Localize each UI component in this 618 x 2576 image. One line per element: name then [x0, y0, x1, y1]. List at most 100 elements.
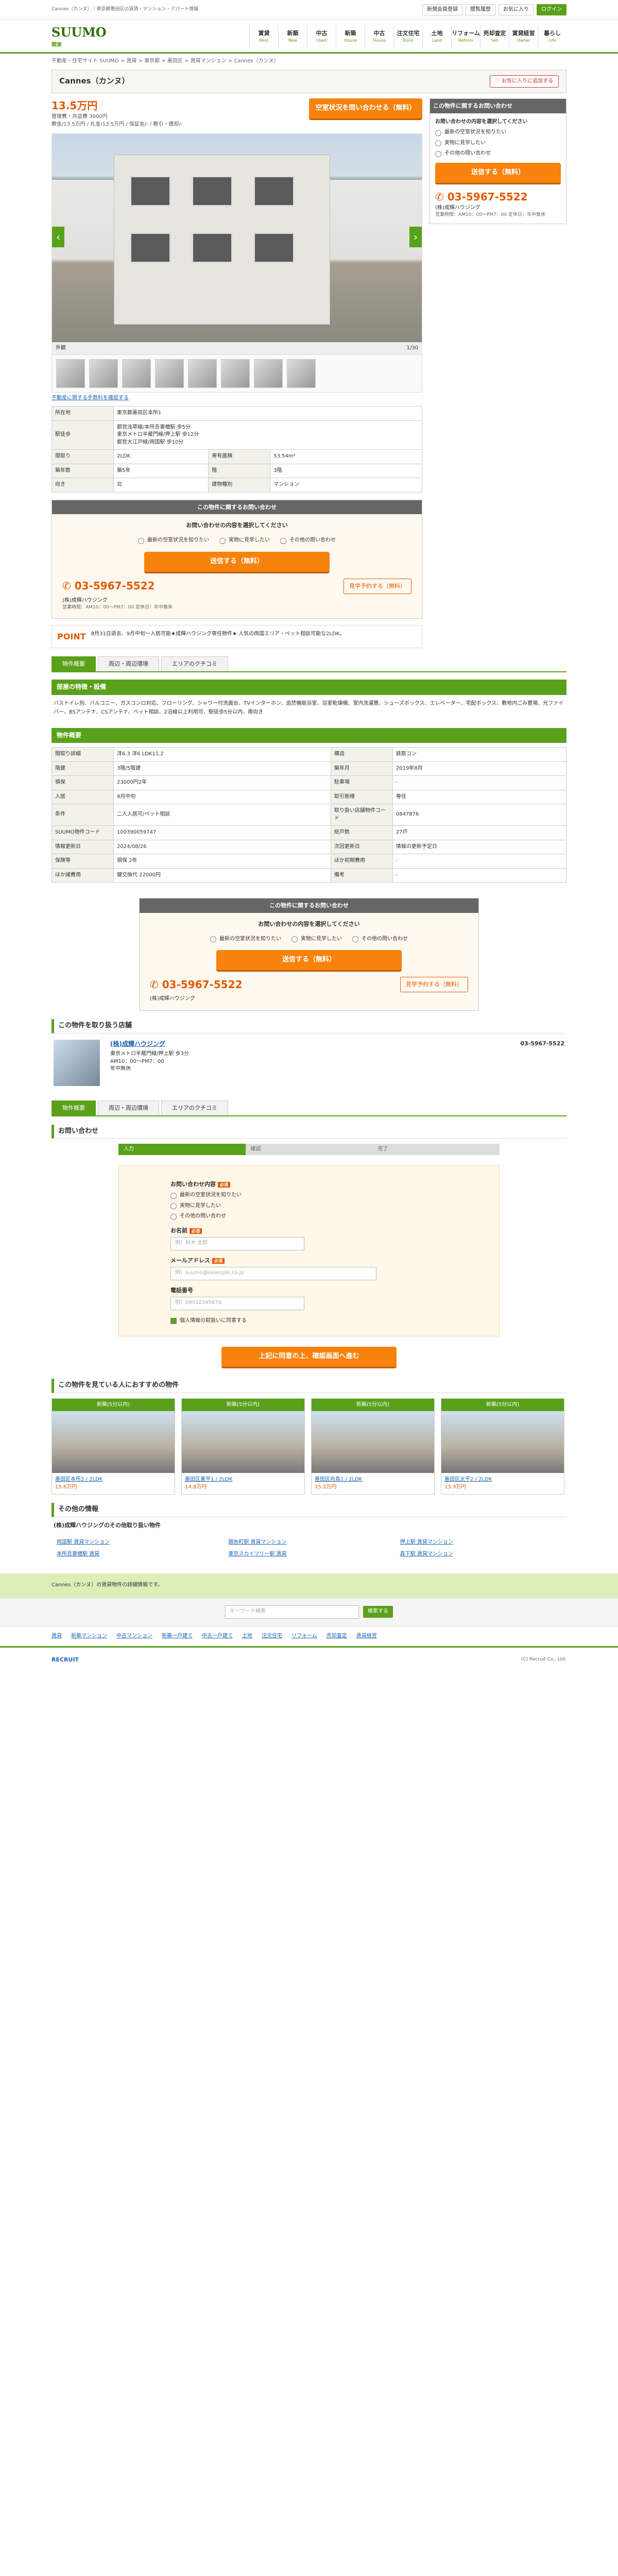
phone-number[interactable]: ✆ 03-5967-5522	[62, 579, 155, 594]
side-radio[interactable]: その他の問い合わせ	[435, 150, 561, 158]
tab-reviews[interactable]: エリアのクチコミ	[161, 1100, 228, 1115]
thumbnail[interactable]	[56, 359, 85, 388]
thumbnail[interactable]	[254, 359, 283, 388]
visit-reserve-button[interactable]: 見学予約する（無料）	[400, 977, 468, 993]
nav-item[interactable]: 売却査定 Sell	[480, 25, 509, 48]
footer-link[interactable]: 賃貸経営	[356, 1633, 377, 1640]
other-link[interactable]: 森下駅 賃貸マンション	[400, 1551, 561, 1558]
tab-overview[interactable]: 物件概要	[52, 656, 96, 672]
keyword-search-button[interactable]: 検索する	[363, 1606, 393, 1618]
footer-link[interactable]: 売却査定	[327, 1633, 347, 1640]
thumbnail[interactable]	[287, 359, 316, 388]
favorite-list-button[interactable]: お気に入り	[499, 4, 534, 16]
side-radio[interactable]: 最新の空室状況を知りたい	[435, 129, 561, 137]
other-link[interactable]: 両国駅 賃貸マンション	[57, 1539, 218, 1547]
inquiry-form: 入力 確認 完了 お問い合わせ内容 必須 最新の空室状況を知りたい 実物に見学したい …	[118, 1144, 500, 1368]
send-button[interactable]: 送信する（無料）	[144, 551, 330, 573]
overview-table: 間取り詳細 洋6.3 洋6 LDK11.2 構造 鉄筋コン 階建 3階/5階建 築年月 20…	[52, 747, 567, 883]
page-title: Cannes（カンヌ）	[59, 76, 130, 86]
radio-other[interactable]: その他の問い合わせ	[352, 936, 408, 943]
fee-note-link[interactable]: 不動産に関する手数料を確認する	[52, 395, 422, 402]
agree-checkbox[interactable]: 個人情報の取扱いに同意する	[170, 1317, 448, 1325]
send-button[interactable]: 送信する（無料）	[216, 950, 402, 972]
form-radio[interactable]: その他の問い合わせ	[170, 1213, 448, 1221]
side-radio[interactable]: 実物に見学したい	[435, 140, 561, 147]
recommend-card[interactable]: 新築(5分以内) 墨田区本所2 / 2LDK 15.6万円	[52, 1398, 175, 1495]
form-radio[interactable]: 実物に見学したい	[170, 1202, 448, 1210]
other-link[interactable]: 東京スカイツリー駅 賃貸	[228, 1551, 389, 1558]
footer-link[interactable]: 中古マンション	[116, 1633, 152, 1640]
tab-reviews[interactable]: エリアのクチコミ	[161, 656, 228, 672]
visit-reserve-button[interactable]: 見学予約する（無料）	[344, 578, 411, 594]
title-bar: Cannes（カンヌ） ♡ お気に入りに追加する	[52, 69, 566, 93]
section-tabs: 物件概要 周辺・周辺環境 エリアのクチコミ	[52, 656, 566, 673]
main-photo[interactable]: ‹ ›	[52, 133, 422, 343]
nav-item[interactable]: 賃貸経営 Owner	[509, 25, 538, 48]
nav-item[interactable]: 新築 House	[336, 25, 365, 48]
footer-link[interactable]: 中古一戸建て	[202, 1633, 233, 1640]
nav-item[interactable]: 土地 Land	[422, 25, 451, 48]
nav-item[interactable]: 注文住宅 Build	[393, 25, 422, 48]
thumbnail[interactable]	[221, 359, 250, 388]
side-phone[interactable]: ✆ 03-5967-5522	[435, 190, 561, 205]
other-link[interactable]: 本所吾妻橋駅 賃貸	[57, 1551, 218, 1558]
tab-surroundings[interactable]: 周辺・周辺環境	[98, 1100, 159, 1115]
favorite-button[interactable]: ♡ お気に入りに追加する	[489, 75, 559, 88]
form-heading: お問い合わせ	[52, 1124, 566, 1139]
tab-overview[interactable]: 物件概要	[52, 1100, 96, 1115]
company-tel[interactable]: 03-5967-5522	[520, 1040, 564, 1086]
footer-link[interactable]: 土地	[242, 1633, 252, 1640]
footer-link[interactable]: リフォーム	[291, 1633, 317, 1640]
radio-vacancy[interactable]: 最新の空室状況を知りたい	[138, 537, 209, 545]
recommend-card[interactable]: 新築(5分以内) 墨田区向島1 / 2LDK 15.2万円	[311, 1398, 435, 1495]
footer-link[interactable]: 新築一戸建て	[162, 1633, 193, 1640]
nav-item[interactable]: 暮らし Life	[538, 25, 566, 48]
thumbnail[interactable]	[188, 359, 217, 388]
footer-link[interactable]: 賃貸	[52, 1633, 62, 1640]
thumbnail[interactable]	[122, 359, 151, 388]
nav-item[interactable]: 新築 New	[278, 25, 307, 48]
footer-link[interactable]: 注文住宅	[262, 1633, 282, 1640]
vacancy-inquiry-button[interactable]: 空室状況を問い合わせる（無料）	[309, 98, 422, 120]
register-button[interactable]: 新規会員登録	[422, 4, 462, 16]
radio-visit[interactable]: 実物に見学したい	[219, 537, 270, 545]
nav-item[interactable]: 中古 Used	[307, 25, 336, 48]
other-link[interactable]: 錦糸町駅 賃貸マンション	[228, 1539, 389, 1547]
footer-search: キーワード検索 検索する	[0, 1597, 618, 1626]
side-send-button[interactable]: 送信する（無料）	[435, 162, 561, 184]
radio-visit[interactable]: 実物に見学したい	[291, 936, 342, 943]
other-link[interactable]: 押上駅 賃貸マンション	[400, 1539, 561, 1547]
phone-number[interactable]: ✆ 03-5967-5522	[150, 977, 243, 992]
nav-item[interactable]: 賃貸 Rent	[249, 25, 278, 48]
global-nav: 賃貸 Rent 新築 New 中古 Used 新築 House 中古 House 注文住宅…	[249, 25, 566, 48]
name-input[interactable]: 例）鈴木 太郎	[170, 1236, 304, 1250]
nav-item[interactable]: 中古 House	[365, 25, 393, 48]
footer-link[interactable]: 新築マンション	[71, 1633, 107, 1640]
next-photo-button[interactable]: ›	[409, 227, 422, 247]
form-radio[interactable]: 最新の空室状況を知りたい	[170, 1192, 448, 1199]
suumo-logo[interactable]: SUUMO 関東	[52, 24, 107, 49]
tab-surroundings[interactable]: 周辺・周辺環境	[98, 656, 159, 672]
radio-vacancy[interactable]: 最新の空室状況を知りたい	[210, 936, 281, 943]
keyword-input[interactable]: キーワード検索	[225, 1605, 359, 1619]
radio-other[interactable]: その他の問い合わせ	[280, 537, 336, 545]
company-name[interactable]: (株)成輝ハウジング	[110, 1040, 510, 1048]
confirm-button[interactable]: 上記に同意の上、確認画面へ進む	[221, 1347, 397, 1368]
recommend-list: 新築(5分以内) 墨田区本所2 / 2LDK 15.6万円 新築(5分以内) 墨田区業…	[52, 1398, 566, 1495]
history-button[interactable]: 閲覧履歴	[466, 4, 495, 16]
side-column: この物件に関するお問い合わせ お問い合わせの内容を選択してください 最新の空室状…	[430, 98, 566, 648]
recruit-logo: RECRUIT	[52, 1656, 79, 1663]
email-input[interactable]: 例）suumo@example.co.jp	[170, 1266, 376, 1280]
recommend-card[interactable]: 新築(5分以内) 墨田区太平2 / 2LDK 13.9万円	[441, 1398, 564, 1495]
breadcrumb[interactable]: 不動産・住宅サイト SUUMO > 賃貸 > 東京都 > 墨田区 > 賃貸マンシ…	[52, 54, 566, 70]
tel-input[interactable]: 例）09012345678	[170, 1296, 304, 1310]
login-button[interactable]: ログイン	[537, 4, 566, 16]
prev-photo-button[interactable]: ‹	[52, 227, 64, 247]
thumbnail[interactable]	[155, 359, 184, 388]
photo-caption: 外観	[56, 345, 66, 351]
nav-item[interactable]: リフォーム Reform	[451, 25, 480, 48]
brand-bar: SUUMO 関東 賃貸 Rent 新築 New 中古 Used 新築 House 中古 Ho…	[0, 20, 618, 54]
other-heading: その他の情報	[52, 1503, 566, 1518]
recommend-card[interactable]: 新築(5分以内) 墨田区業平1 / 2LDK 14.8万円	[181, 1398, 305, 1495]
thumbnail[interactable]	[89, 359, 118, 388]
